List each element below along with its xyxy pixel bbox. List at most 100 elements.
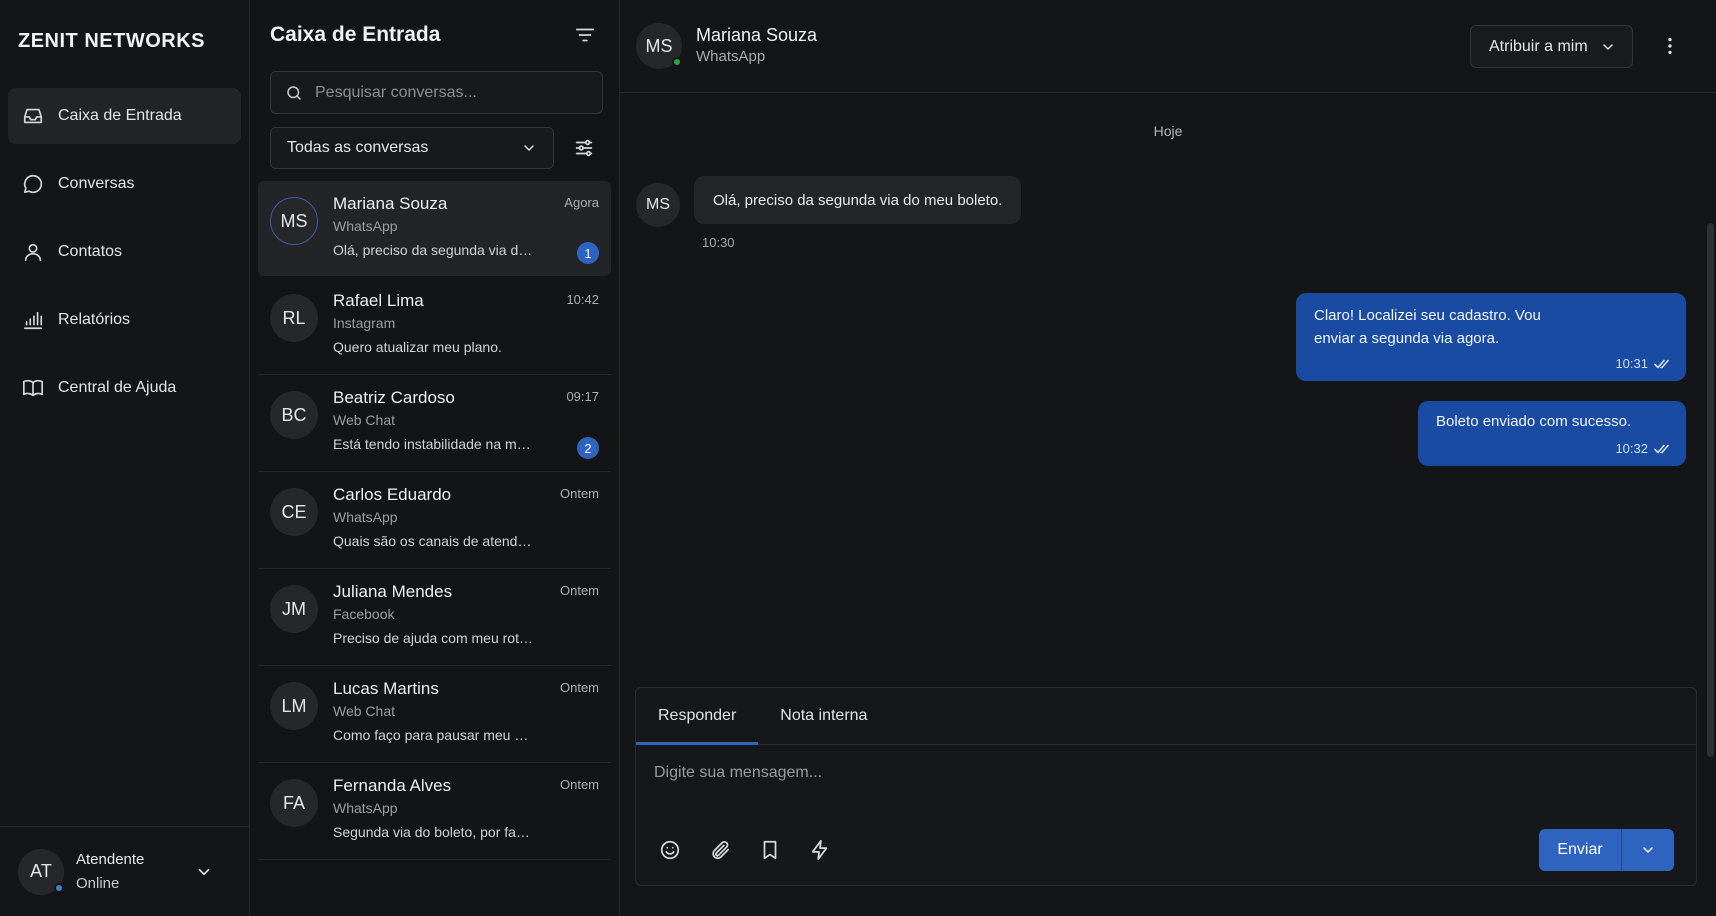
sidebar-item-conversations[interactable]: Conversas [8,156,241,212]
tab-reply[interactable]: Responder [636,688,759,745]
brand-logo: ZENIT NETWORKS [18,30,205,52]
sidebar: ZENIT NETWORKS Caixa de Entrada Conversa… [0,0,250,916]
scrollbar[interactable] [1707,223,1714,757]
assign-label: Atribuir a mim [1489,37,1588,55]
timestamp: Ontem [559,680,599,695]
avatar: BC [270,391,318,439]
double-check-icon [1654,359,1669,368]
search-icon [287,85,301,100]
filter-icon [575,28,595,42]
channel-label: WhatsApp [333,509,398,525]
channel-label: WhatsApp [333,800,398,816]
message-preview: Segunda via do boleto, por favor. [333,824,533,840]
send-button-group: Enviar [1539,829,1674,871]
paperclip-icon [712,841,730,860]
message-text: Olá, preciso da segunda via do meu bolet… [713,191,1003,209]
conversation-item[interactable]: FA Fernanda Alves WhatsApp Segunda via d… [258,763,611,860]
book-icon [23,379,43,397]
avatar: FA [270,779,318,827]
presence-dot [54,882,64,893]
message-preview: Quais são os canais de atendimento? [333,533,533,549]
attach-button[interactable] [706,836,734,864]
sidebar-item-label: Relatórios [58,311,131,328]
user-icon [24,243,42,262]
conversation-item[interactable]: MS Mariana Souza WhatsApp Olá, preciso d… [258,181,611,276]
search-input[interactable] [315,83,575,102]
composer-toolbar [656,836,856,864]
contact-name: Beatriz Cardoso [333,388,455,407]
message-preview: Como faço para pausar meu plano? [333,727,533,743]
avatar: MS [270,197,318,245]
timestamp: 10:42 [566,292,599,307]
conversation-item[interactable]: RL Rafael Lima Instagram Quero atualizar… [258,278,611,375]
avatar: RL [270,294,318,342]
assign-to-me-select[interactable]: Atribuir a mim [1470,25,1633,68]
more-options-button[interactable] [1658,34,1682,58]
contact-name: Rafael Lima [333,291,424,310]
contact-name: Mariana Souza [696,25,818,45]
sidebar-nav: Caixa de Entrada Conversas Contatos Rela… [0,84,249,826]
outgoing-message: Claro! Localizei seu cadastro. Vou envia… [1296,293,1686,381]
filter-row: Todas as conversas [270,127,603,169]
chat-panel: MS Mariana Souza WhatsApp Atribuir a mim… [620,0,1716,916]
conversation-item[interactable]: LM Lucas Martins Web Chat Como faço para… [258,666,611,763]
conversation-list-panel: Caixa de Entrada Todas as conversas MS M… [250,0,620,916]
inbox-icon [23,108,43,124]
conversation-item[interactable]: CE Carlos Eduardo WhatsApp Quais são os … [258,472,611,569]
sidebar-item-label: Central de Ajuda [58,379,177,396]
tab-internal-note[interactable]: Nota interna [758,688,889,744]
chat-header: MS Mariana Souza WhatsApp Atribuir a mim [620,0,1716,93]
chevron-down-icon[interactable] [195,863,213,881]
avatar: JM [270,585,318,633]
page-title: Caixa de Entrada [270,23,441,46]
lightning-icon [811,839,828,861]
saved-replies-button[interactable] [756,836,784,864]
unread-badge: 2 [577,437,599,459]
message-time: 10:32 [1615,441,1648,456]
user-menu[interactable]: AT Atendente Online [0,826,249,916]
channel-label: WhatsApp [696,48,766,65]
conversation-item[interactable]: BC Beatriz Cardoso Web Chat Está tendo i… [258,375,611,472]
sliders-icon [575,139,593,157]
timestamp: Ontem [559,583,599,598]
select-value: Todas as conversas [287,139,429,156]
filter-settings-button[interactable] [570,134,598,162]
chevron-down-icon [1643,847,1653,853]
list-header: Caixa de Entrada [250,0,619,70]
sidebar-item-contacts[interactable]: Contatos [8,224,241,280]
sidebar-item-help-center[interactable]: Central de Ajuda [8,360,241,416]
timestamp: 09:17 [566,389,599,404]
channel-label: WhatsApp [333,218,398,234]
chevron-down-icon [1603,43,1613,50]
contact-name: Mariana Souza [333,194,448,213]
message-preview: Preciso de ajuda com meu roteador. [333,630,533,646]
send-options-button[interactable] [1622,829,1674,871]
search-box [270,71,603,114]
emoji-button[interactable] [656,836,684,864]
chat-bubble-icon [23,174,43,194]
bookmark-icon [763,840,777,860]
conversation-item[interactable]: JM Juliana Mendes Facebook Preciso de aj… [258,569,611,666]
presence-dot [672,57,682,67]
filter-button[interactable] [571,21,599,49]
chevron-down-icon [524,145,534,151]
outgoing-message: Boleto enviado com sucesso. 10:32 [1418,401,1686,466]
emoji-icon [660,840,680,860]
channel-label: Web Chat [333,412,395,428]
send-button[interactable]: Enviar [1539,829,1622,871]
sidebar-item-inbox[interactable]: Caixa de Entrada [8,88,241,144]
sidebar-item-label: Conversas [58,175,135,192]
message-text: Boleto enviado com sucesso. [1436,413,1632,430]
sidebar-item-reports[interactable]: Relatórios [8,292,241,348]
quick-actions-button[interactable] [806,836,834,864]
incoming-message: Olá, preciso da segunda via do meu bolet… [694,176,1022,224]
conversation-filter-select[interactable]: Todas as conversas [270,127,554,169]
avatar: MS [636,183,680,227]
sidebar-item-label: Caixa de Entrada [58,107,182,124]
timestamp: Ontem [559,777,599,792]
composer-tabs: Responder Nota interna [636,688,1696,745]
sidebar-item-label: Contatos [58,243,123,260]
contact-avatar: MS [636,23,682,69]
user-name: Atendente [76,850,145,868]
message-input[interactable] [654,764,1554,794]
